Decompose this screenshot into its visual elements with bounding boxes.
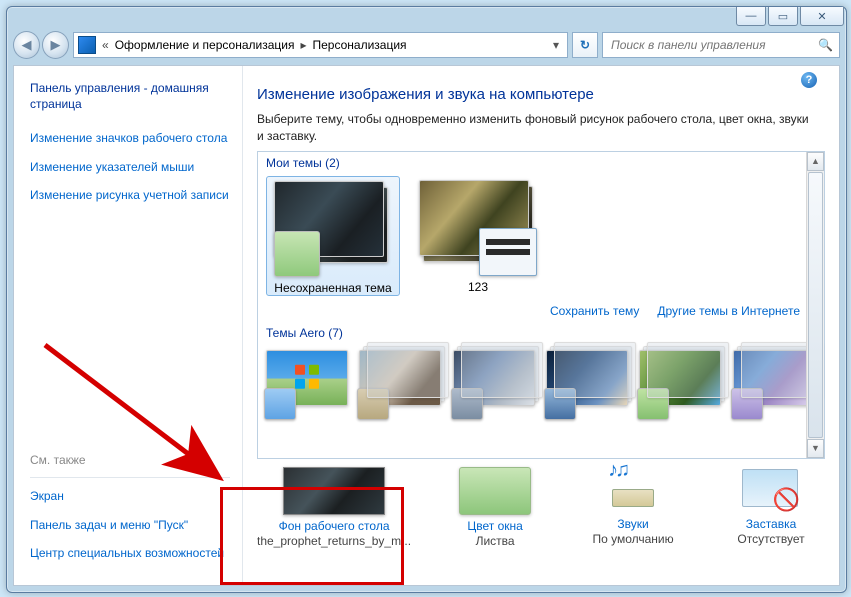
window-color-value: Листва <box>476 534 515 548</box>
aero-theme-landscapes[interactable] <box>546 350 629 422</box>
breadcrumb-parent[interactable]: Оформление и персонализация <box>115 38 295 52</box>
sidebar: Панель управления - домашняя страница Из… <box>14 66 243 585</box>
separator <box>30 477 230 478</box>
screensaver-preview-icon <box>736 467 806 513</box>
bottom-settings-row: Фон рабочего стола the_prophet_returns_b… <box>257 459 829 552</box>
sounds-value: По умолчанию <box>592 532 673 546</box>
aero-thumbnail <box>359 350 441 406</box>
scroll-down-button[interactable]: ▼ <box>807 439 824 458</box>
theme-label: 123 <box>468 280 488 294</box>
search-input[interactable] <box>609 37 818 53</box>
aero-theme-nature[interactable] <box>639 350 722 422</box>
aero-theme-characters[interactable] <box>453 350 536 422</box>
search-box[interactable]: 🔍 <box>602 32 840 58</box>
window-body: Панель управления - домашняя страница Из… <box>13 65 840 586</box>
see-also-taskbar[interactable]: Панель задач и меню "Пуск" <box>30 517 230 533</box>
aero-color-swatch <box>731 388 763 420</box>
aero-color-swatch <box>637 388 669 420</box>
window-color-preview <box>459 467 531 515</box>
my-themes-header: Мои темы (2) <box>258 152 824 174</box>
save-theme-link[interactable]: Сохранить тему <box>550 304 639 318</box>
aero-theme-scenes[interactable] <box>733 350 816 422</box>
theme-card-123[interactable]: 123 <box>412 176 544 296</box>
nav-bar: ◀ ▶ « Оформление и персонализация ▸ Перс… <box>13 29 840 61</box>
sidebar-link-mouse-pointers[interactable]: Изменение указателей мыши <box>30 159 230 175</box>
sounds-card[interactable]: Звуки По умолчанию <box>579 467 687 548</box>
refresh-button[interactable]: ↻ <box>572 32 598 58</box>
window-color-link: Цвет окна <box>467 519 522 533</box>
content-pane: ? Изменение изображения и звука на компь… <box>243 66 839 585</box>
aero-thumbnail <box>733 350 815 406</box>
control-panel-home-link[interactable]: Панель управления - домашняя страница <box>30 80 230 112</box>
forward-button[interactable]: ▶ <box>42 31 69 59</box>
see-also-heading: См. также <box>30 453 230 467</box>
minimize-button[interactable]: — <box>736 7 766 26</box>
refresh-icon: ↻ <box>580 38 590 52</box>
aero-themes-header: Темы Aero (7) <box>258 322 824 344</box>
sounds-link: Звуки <box>617 517 648 531</box>
desktop-background-link: Фон рабочего стола <box>279 519 390 533</box>
scroll-up-button[interactable]: ▲ <box>807 152 824 171</box>
desktop-background-value: the_prophet_returns_by_m... <box>257 534 411 548</box>
close-button[interactable]: ✕ <box>800 7 844 26</box>
screensaver-value: Отсутствует <box>737 532 804 546</box>
screensaver-link: Заставка <box>746 517 797 531</box>
breadcrumb-prefix: « <box>102 38 109 52</box>
aero-color-swatch <box>357 388 389 420</box>
back-button[interactable]: ◀ <box>13 31 40 59</box>
theme-window-preview <box>479 228 537 276</box>
aero-color-swatch <box>264 388 296 420</box>
aero-thumbnail <box>546 350 628 406</box>
page-instruction: Выберите тему, чтобы одновременно измени… <box>257 111 829 145</box>
maximize-button[interactable]: ▭ <box>768 7 798 26</box>
page-title: Изменение изображения и звука на компьют… <box>257 86 829 103</box>
aero-thumbnail <box>639 350 721 406</box>
aero-color-swatch <box>451 388 483 420</box>
desktop-background-preview <box>283 467 385 515</box>
theme-card-unsaved[interactable]: Несохраненная тема <box>266 176 400 296</box>
themes-scrollbar[interactable]: ▲ ▼ <box>806 152 824 458</box>
control-panel-icon <box>78 36 96 54</box>
window-frame: — ▭ ✕ ◀ ▶ « Оформление и персонализация … <box>6 6 847 593</box>
theme-color-swatch <box>274 231 320 277</box>
see-also-display[interactable]: Экран <box>30 488 230 504</box>
themes-panel: Мои темы (2) Несохраненная тема <box>257 151 825 459</box>
address-bar[interactable]: « Оформление и персонализация ▸ Персонал… <box>73 32 568 58</box>
aero-theme-windows7[interactable] <box>266 350 349 422</box>
aero-theme-architecture[interactable] <box>359 350 442 422</box>
window-color-card[interactable]: Цвет окна Листва <box>441 467 549 548</box>
windows-logo-icon <box>295 364 319 388</box>
theme-actions: Сохранить тему Другие темы в Интернете <box>258 300 824 322</box>
nav-arrows: ◀ ▶ <box>13 31 69 59</box>
search-icon: 🔍 <box>818 38 833 52</box>
scroll-thumb[interactable] <box>808 172 823 438</box>
aero-themes-list <box>258 344 824 424</box>
aero-color-swatch <box>544 388 576 420</box>
more-themes-link[interactable]: Другие темы в Интернете <box>657 304 800 318</box>
sounds-preview-icon <box>598 467 668 513</box>
breadcrumb-current[interactable]: Персонализация <box>312 38 406 52</box>
screensaver-card[interactable]: Заставка Отсутствует <box>717 467 825 548</box>
aero-thumbnail <box>453 350 535 406</box>
theme-label: Несохраненная тема <box>274 281 391 295</box>
sidebar-link-desktop-icons[interactable]: Изменение значков рабочего стола <box>30 130 230 146</box>
breadcrumb-separator-icon: ▸ <box>300 38 306 52</box>
see-also-ease-of-access[interactable]: Центр специальных возможностей <box>30 545 230 561</box>
my-themes-list: Несохраненная тема 123 <box>258 174 824 300</box>
address-dropdown-icon[interactable]: ▾ <box>549 38 563 52</box>
title-bar: — ▭ ✕ <box>7 7 846 29</box>
sidebar-link-account-picture[interactable]: Изменение рисунка учетной записи <box>30 187 230 203</box>
desktop-background-card[interactable]: Фон рабочего стола the_prophet_returns_b… <box>257 467 411 548</box>
